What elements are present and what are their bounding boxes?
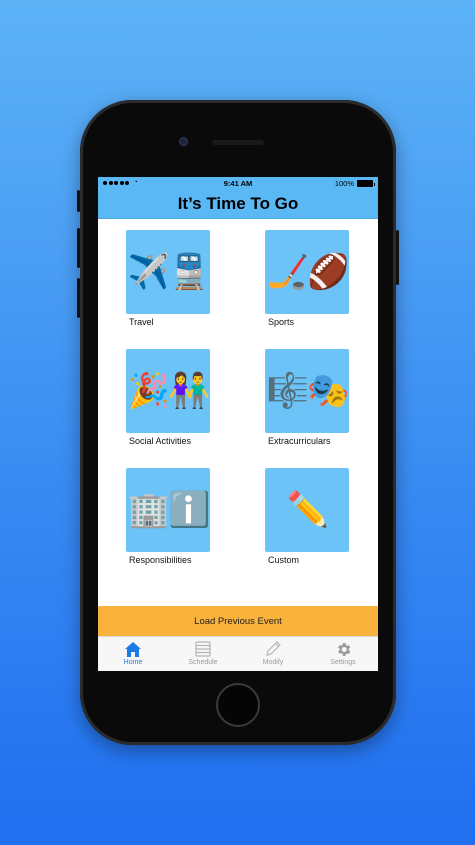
party-couple-icon: 🎉👫 — [127, 371, 211, 411]
status-bar: ◔ 9:41 AM 100% — [98, 177, 378, 190]
category-tile-social-activities[interactable]: 🎉👫 — [126, 349, 210, 433]
tab-settings[interactable]: Settings — [308, 637, 378, 671]
category-label: Travel — [129, 317, 154, 327]
tab-label: Home — [123, 659, 143, 666]
category-responsibilities[interactable]: 🏢ℹ️ Responsibilities — [126, 468, 210, 565]
category-tile-responsibilities[interactable]: 🏢ℹ️ — [126, 468, 210, 552]
category-tile-sports[interactable]: 🏒🏈 — [265, 230, 349, 314]
hockey-football-icon: 🏒🏈 — [266, 252, 350, 292]
tab-label: Schedule — [188, 659, 218, 666]
home-icon — [123, 640, 143, 658]
front-camera — [179, 137, 188, 146]
pencil-icon — [263, 640, 283, 658]
volume-down-button — [77, 278, 80, 318]
category-label: Social Activities — [129, 436, 192, 446]
battery-icon — [357, 180, 375, 187]
category-extracurriculars[interactable]: 🎼🎭 Extracurriculars — [265, 349, 349, 446]
category-tile-extracurriculars[interactable]: 🎼🎭 — [265, 349, 349, 433]
mute-switch — [77, 190, 80, 212]
category-sports[interactable]: 🏒🏈 Sports — [265, 230, 349, 327]
load-previous-event-button[interactable]: Load Previous Event — [98, 606, 378, 636]
category-custom[interactable]: ✏️ Custom — [265, 468, 349, 565]
app-screen: ◔ 9:41 AM 100% It’s Time To Go ✈️🚆 Trave… — [98, 177, 378, 671]
category-travel[interactable]: ✈️🚆 Travel — [126, 230, 210, 327]
airplane-train-icon: ✈️🚆 — [127, 252, 211, 292]
volume-up-button — [77, 228, 80, 268]
pencil-icon: ✏️ — [286, 490, 329, 530]
music-theater-icon: 🎼🎭 — [266, 371, 350, 411]
category-label: Sports — [268, 317, 295, 327]
category-label: Custom — [268, 555, 300, 565]
category-label: Extracurriculars — [268, 436, 331, 446]
tab-label: Modify — [262, 659, 284, 666]
category-tile-custom[interactable]: ✏️ — [265, 468, 349, 552]
gear-icon — [333, 640, 353, 658]
tab-bar: Home Schedule Modify Settings — [98, 636, 378, 671]
home-button[interactable] — [216, 683, 260, 727]
power-button — [396, 230, 399, 285]
category-grid: ✈️🚆 Travel 🏒🏈 Sports 🎉👫 Social Activitie… — [98, 219, 378, 606]
page-title: It’s Time To Go — [98, 190, 378, 219]
phone-frame: ◔ 9:41 AM 100% It’s Time To Go ✈️🚆 Trave… — [77, 100, 399, 745]
tab-schedule[interactable]: Schedule — [168, 637, 238, 671]
battery-percent: 100% — [334, 179, 354, 188]
tab-label: Settings — [330, 659, 356, 666]
tab-modify[interactable]: Modify — [238, 637, 308, 671]
category-label: Responsibilities — [129, 555, 192, 565]
earpiece-speaker — [212, 140, 264, 145]
building-info-icon: 🏢ℹ️ — [127, 490, 211, 530]
schedule-icon — [193, 640, 213, 658]
category-social-activities[interactable]: 🎉👫 Social Activities — [126, 349, 210, 446]
tab-home[interactable]: Home — [98, 637, 168, 671]
category-tile-travel[interactable]: ✈️🚆 — [126, 230, 210, 314]
